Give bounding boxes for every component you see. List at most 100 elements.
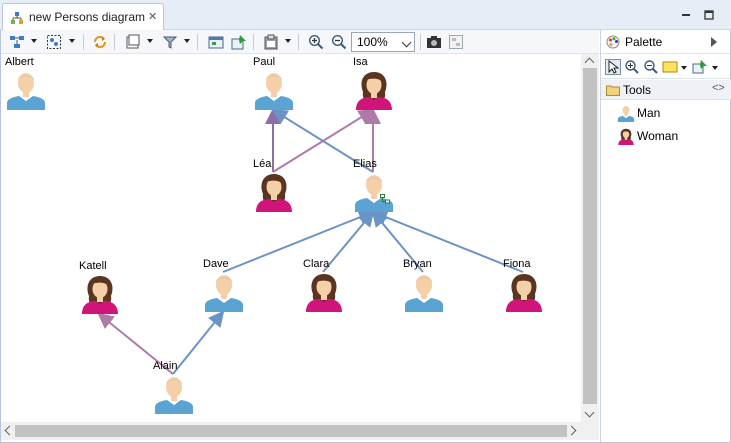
zoom-out-icon[interactable] [331, 34, 347, 50]
scroll-right-icon[interactable] [566, 425, 577, 436]
scroll-thumb[interactable] [583, 68, 597, 404]
export-icon[interactable] [208, 34, 224, 50]
chevron-down-icon[interactable] [147, 39, 153, 43]
diagram-toolbar: 100% [1, 30, 599, 54]
toolbar-separator [197, 34, 198, 50]
man-icon [205, 275, 243, 312]
person-node-dave[interactable]: Dave [203, 258, 263, 318]
palette-item-woman[interactable]: Woman [617, 126, 727, 146]
person-node-elias[interactable]: Elias [353, 158, 413, 218]
zoom-in-icon[interactable] [308, 34, 324, 50]
horizontal-scrollbar[interactable] [1, 422, 581, 440]
woman-icon [256, 174, 292, 212]
person-label: Clara [303, 258, 330, 270]
woman-icon [618, 128, 634, 145]
person-label: Fiona [503, 258, 531, 270]
chevron-down-icon[interactable] [31, 39, 37, 43]
person-node-katell[interactable]: Katell [79, 260, 139, 320]
palette-item-label: Woman [637, 129, 679, 143]
refresh-icon[interactable] [92, 34, 108, 50]
chevron-down-icon[interactable] [401, 37, 412, 48]
zoom-out-icon[interactable] [643, 59, 659, 75]
scroll-corner [581, 422, 599, 440]
pin-drawer-icon[interactable]: <> [712, 82, 725, 94]
person-label: Albert [5, 56, 34, 68]
woman-icon [306, 274, 342, 312]
diagram-icon [11, 12, 23, 24]
outline-icon[interactable] [448, 34, 464, 50]
select-all-icon[interactable] [46, 34, 62, 50]
chevron-down-icon[interactable] [69, 39, 75, 43]
tools-drawer[interactable]: Tools <> [601, 80, 731, 100]
folder-icon [606, 85, 620, 96]
palette-item-label: Man [637, 106, 661, 120]
man-icon [405, 275, 443, 312]
person-node-fiona[interactable]: Fiona [503, 258, 563, 318]
man-icon [155, 377, 193, 414]
person-node-paul[interactable]: Paul [253, 56, 313, 116]
tab-label: new Persons diagram [29, 10, 146, 24]
person-node-alain[interactable]: Alain [153, 360, 213, 420]
toolbar-separator [253, 34, 254, 50]
collapse-palette-icon[interactable] [711, 37, 717, 47]
diagram-canvas[interactable]: Albert Paul Isa Léa Elias Katell Dave Clara Brya… [1, 54, 581, 422]
pin-icon[interactable] [231, 34, 247, 50]
palette-panel: Palette Tools <> Man Woman [600, 30, 731, 442]
toolbar-separator [298, 34, 299, 50]
person-label: Katell [79, 260, 107, 272]
palette-item-man[interactable]: Man [617, 103, 727, 123]
toolbar-separator [114, 34, 115, 50]
woman-icon [356, 72, 392, 110]
chevron-down-icon[interactable] [184, 39, 190, 43]
layer-icon[interactable] [125, 34, 141, 50]
woman-icon [82, 276, 118, 314]
person-label: Léa [253, 158, 272, 170]
vertical-scrollbar[interactable] [581, 54, 599, 422]
palette-icon [606, 35, 620, 49]
tab-persons-diagram[interactable]: new Persons diagram ✕ [2, 3, 164, 30]
person-node-isa[interactable]: Isa [353, 56, 413, 116]
man-icon [617, 106, 635, 122]
chevron-down-icon[interactable] [712, 66, 718, 70]
filter-icon[interactable] [162, 34, 178, 50]
zoom-value: 100% [357, 35, 388, 49]
minimize-icon[interactable] [679, 8, 693, 22]
person-label: Elias [353, 158, 377, 170]
person-node-albert[interactable]: Albert [5, 56, 65, 116]
man-icon [255, 73, 293, 110]
palette-header[interactable]: Palette [601, 30, 731, 54]
chevron-down-icon[interactable] [681, 66, 687, 70]
scroll-down-icon[interactable] [584, 407, 595, 418]
person-node-lea[interactable]: Léa [253, 158, 313, 218]
person-node-clara[interactable]: Clara [303, 258, 363, 318]
link-icon [380, 194, 390, 204]
palette-toolbar [601, 55, 731, 79]
person-label: Dave [203, 258, 229, 270]
paste-format-icon[interactable] [263, 34, 279, 50]
woman-icon [506, 274, 542, 312]
note-icon[interactable] [662, 59, 678, 75]
scroll-thumb[interactable] [15, 425, 567, 437]
arrange-icon[interactable] [9, 34, 25, 50]
zoom-in-icon[interactable] [624, 59, 640, 75]
maximize-icon[interactable] [702, 8, 716, 22]
person-label: Bryan [403, 258, 432, 270]
pin-icon[interactable] [692, 59, 708, 75]
toolbar-separator [420, 34, 421, 50]
palette-title: Palette [625, 35, 663, 49]
close-icon[interactable]: ✕ [148, 10, 157, 23]
person-label: Isa [353, 56, 368, 68]
person-label: Paul [253, 56, 276, 68]
select-arrow-icon[interactable] [605, 59, 621, 75]
drawer-title: Tools [623, 83, 652, 97]
chevron-down-icon[interactable] [285, 39, 291, 43]
camera-icon[interactable] [426, 34, 442, 50]
toolbar-separator [83, 34, 84, 50]
person-label: Alain [153, 360, 178, 372]
person-node-bryan[interactable]: Bryan [403, 258, 463, 318]
editor-tab-bar: new Persons diagram ✕ [0, 0, 731, 30]
scroll-left-icon[interactable] [4, 425, 15, 436]
zoom-combo[interactable]: 100% [351, 32, 415, 52]
scroll-up-icon[interactable] [584, 57, 595, 68]
man-icon [7, 73, 45, 110]
